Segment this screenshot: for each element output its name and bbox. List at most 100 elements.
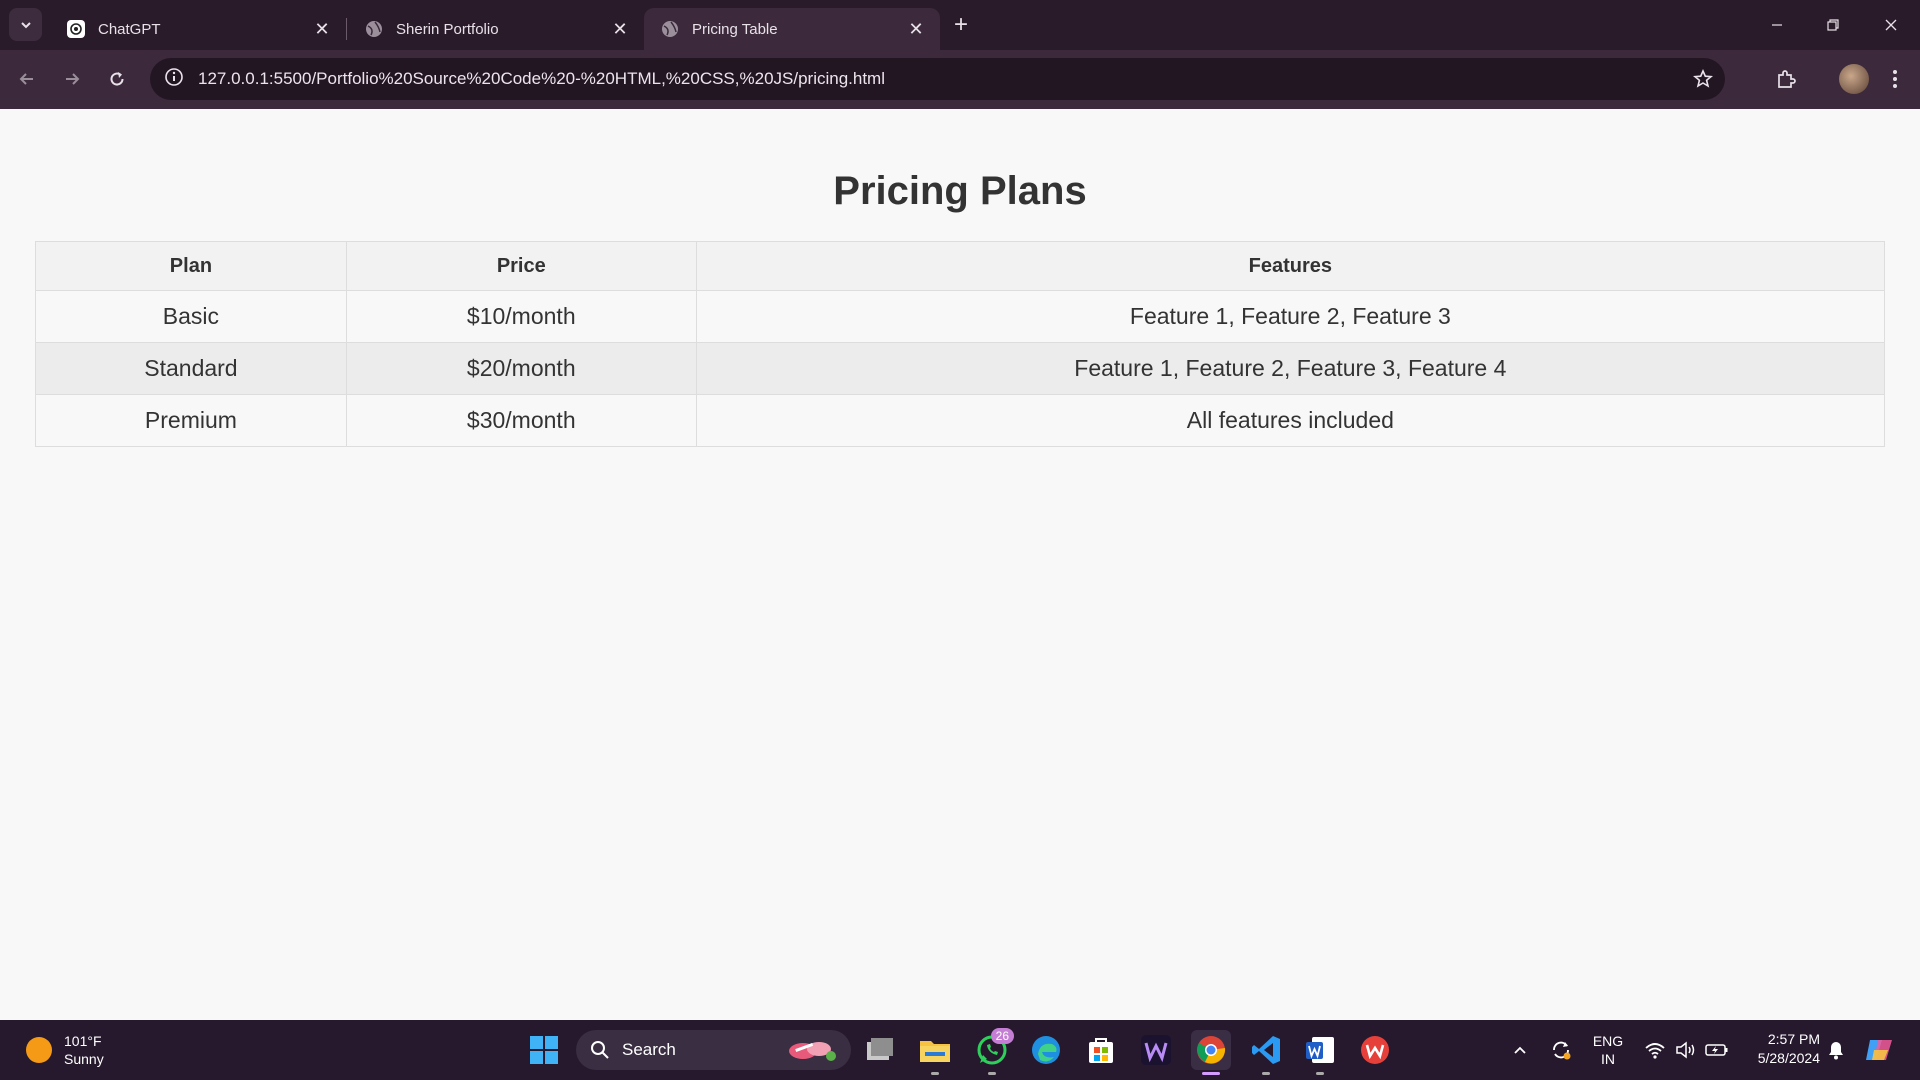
minimize-button[interactable] [1762, 10, 1792, 40]
extensions-button[interactable] [1771, 64, 1801, 94]
table-row: Basic $10/month Feature 1, Feature 2, Fe… [35, 290, 1886, 343]
pricing-table: Plan Price Features Basic $10/month Feat… [35, 241, 1886, 447]
running-indicator [988, 1072, 996, 1075]
edge-button[interactable] [1026, 1030, 1066, 1070]
sun-icon [26, 1037, 52, 1063]
w-app-button[interactable] [1136, 1030, 1176, 1070]
price-cell: $30/month [345, 394, 697, 447]
tab-title: Sherin Portfolio [396, 20, 499, 38]
chevron-down-icon [20, 21, 31, 28]
close-window-button[interactable] [1876, 10, 1906, 40]
profile-avatar[interactable] [1839, 64, 1869, 94]
notification-badge: 26 [990, 1028, 1014, 1044]
w-logo-icon [1141, 1035, 1171, 1065]
clock[interactable]: 2:57 PM 5/28/2024 [1740, 1030, 1820, 1068]
start-button[interactable] [524, 1030, 564, 1070]
column-header-price: Price [345, 241, 697, 291]
site-info-icon[interactable] [164, 67, 184, 92]
plan-cell: Standard [35, 342, 347, 395]
reload-button[interactable] [100, 62, 134, 96]
vscode-icon [1252, 1036, 1280, 1064]
volume-button[interactable] [1671, 1030, 1701, 1070]
globe-icon [660, 19, 680, 39]
show-hidden-icons-button[interactable] [1505, 1030, 1535, 1070]
chrome-icon [1197, 1036, 1226, 1064]
minimize-icon [1772, 24, 1782, 26]
notifications-button[interactable] [1822, 1030, 1850, 1070]
windows-logo-icon [530, 1036, 558, 1064]
search-label: Search [622, 1040, 676, 1059]
plus-icon: + [953, 11, 968, 38]
vscode-button[interactable] [1246, 1030, 1286, 1075]
wps-icon [1361, 1036, 1389, 1064]
close-icon [1885, 19, 1897, 31]
tab-search-button[interactable] [9, 8, 42, 41]
copilot-button[interactable] [1862, 1030, 1898, 1070]
features-cell: Feature 1, Feature 2, Feature 3 [695, 290, 1886, 343]
running-indicator [931, 1072, 939, 1075]
copilot-icon [1866, 1040, 1892, 1060]
menu-button[interactable] [1880, 64, 1910, 94]
url-text[interactable]: 127.0.0.1:5500/Portfolio%20Source%20Code… [198, 69, 885, 89]
weather-widget[interactable]: 101°F Sunny [26, 1032, 104, 1068]
sync-button[interactable] [1545, 1030, 1577, 1070]
back-button[interactable] [10, 62, 44, 96]
sync-icon [1553, 1041, 1571, 1060]
bookmark-star-icon[interactable] [1691, 67, 1715, 91]
tab-sherin-portfolio[interactable]: Sherin Portfolio ✕ [348, 8, 644, 50]
tab-title: Pricing Table [692, 20, 778, 38]
restore-icon [1827, 19, 1839, 31]
language-code: ENG [1592, 1033, 1624, 1049]
new-tab-button[interactable]: + [948, 11, 974, 38]
table-row: Standard $20/month Feature 1, Feature 2,… [35, 342, 1886, 395]
wps-button[interactable] [1355, 1030, 1395, 1070]
page-content: Pricing Plans Plan Price Features Basic … [0, 109, 1920, 1020]
weather-temperature: 101°F [64, 1033, 102, 1049]
price-cell: $20/month [345, 342, 697, 395]
microsoft-store-button[interactable] [1081, 1030, 1121, 1070]
globe-icon [364, 19, 384, 39]
table-header-row: Plan Price Features [35, 241, 1886, 291]
task-view-button[interactable] [860, 1030, 900, 1070]
time-text: 2:57 PM [1767, 1031, 1820, 1047]
kebab-menu-icon [1893, 70, 1897, 88]
language-indicator[interactable]: ENG IN [1588, 1030, 1628, 1070]
column-header-features: Features [695, 241, 1886, 291]
address-bar[interactable]: 127.0.0.1:5500/Portfolio%20Source%20Code… [150, 58, 1725, 100]
close-icon[interactable]: ✕ [312, 19, 332, 39]
arrow-right-icon [66, 73, 80, 85]
wifi-icon [1645, 1043, 1665, 1059]
store-icon [1089, 1038, 1113, 1063]
battery-button[interactable] [1702, 1030, 1732, 1070]
search-highlight-icon [781, 1036, 841, 1069]
running-indicator [1316, 1072, 1324, 1075]
browser-toolbar: 127.0.0.1:5500/Portfolio%20Source%20Code… [0, 50, 1920, 109]
table-row: Premium $30/month All features included [35, 394, 1886, 447]
puzzle-icon [1778, 70, 1796, 88]
taskbar: 101°F Sunny Search 26 ENG IN 2:57 PM 5/2… [0, 1020, 1920, 1080]
taskbar-search[interactable]: Search [576, 1030, 851, 1070]
column-header-plan: Plan [35, 241, 347, 291]
close-icon[interactable]: ✕ [610, 19, 630, 39]
tab-pricing-table[interactable]: Pricing Table ✕ [644, 8, 940, 50]
running-indicator [1262, 1072, 1270, 1075]
bell-icon [1829, 1042, 1843, 1060]
chevron-up-icon [1514, 1046, 1526, 1054]
edge-icon [1032, 1036, 1060, 1064]
plan-cell: Basic [35, 290, 347, 343]
whatsapp-button[interactable]: 26 [972, 1028, 1014, 1075]
reload-icon [110, 72, 124, 86]
restore-button[interactable] [1818, 10, 1848, 40]
chrome-button[interactable] [1191, 1030, 1231, 1075]
wifi-button[interactable] [1640, 1030, 1670, 1070]
date-text: 5/28/2024 [1757, 1050, 1820, 1066]
plan-cell: Premium [35, 394, 347, 447]
file-explorer-button[interactable] [915, 1030, 955, 1075]
close-icon[interactable]: ✕ [906, 19, 926, 39]
battery-charging-icon [1705, 1044, 1728, 1056]
region-code: IN [1601, 1051, 1615, 1067]
running-indicator [1202, 1072, 1220, 1075]
tab-chatgpt[interactable]: ChatGPT ✕ [50, 8, 346, 50]
word-button[interactable] [1300, 1030, 1340, 1075]
forward-button[interactable] [55, 62, 89, 96]
